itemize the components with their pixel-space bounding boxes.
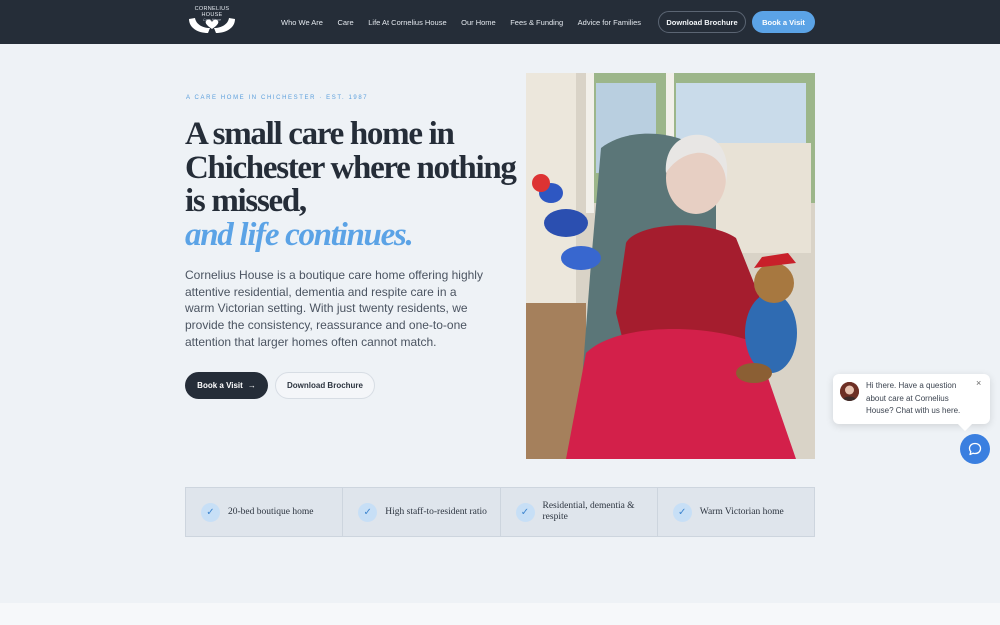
feature-item: ✓ High staff-to-resident ratio <box>343 488 501 536</box>
headline-line: is missed, <box>185 183 307 219</box>
hero-photo <box>526 73 815 459</box>
check-icon: ✓ <box>358 502 378 522</box>
site-header: CORNELIUS HOUSE Care Home Who We Are Car… <box>0 0 1000 44</box>
check-icon: ✓ <box>201 502 220 522</box>
hands-heart-icon <box>189 18 235 33</box>
nav-our-home[interactable]: Our Home <box>461 18 496 27</box>
feature-label: 20-bed boutique home <box>228 506 314 517</box>
headline-accent: and life continues. <box>185 216 414 253</box>
main-nav: Who We Are Care Life At Cornelius House … <box>281 0 656 44</box>
feature-item: ✓ Warm Victorian home <box>658 488 814 536</box>
chat-icon <box>968 442 982 456</box>
check-icon: ✓ <box>515 502 535 522</box>
agent-avatar <box>840 382 859 401</box>
features-strip: ✓ 20-bed boutique home ✓ High staff-to-r… <box>185 487 815 537</box>
chat-message: Hi there. Have a question about care at … <box>866 381 961 415</box>
nav-advice-for-families[interactable]: Advice for Families <box>578 18 641 27</box>
header-download-brochure-button[interactable]: Download Brochure <box>658 11 746 33</box>
book-visit-button[interactable]: Book a Visit → <box>185 372 268 399</box>
hero-headline: A small care home in Chichester where no… <box>185 116 517 253</box>
download-brochure-button[interactable]: Download Brochure <box>275 372 375 399</box>
close-icon[interactable]: × <box>976 378 981 388</box>
feature-label: Residential, dementia & respite <box>542 501 635 522</box>
headline-line: A small care home in <box>185 116 455 152</box>
headline-line: Chichester where nothing <box>185 149 517 186</box>
arrow-right-icon: → <box>247 381 256 390</box>
nav-care[interactable]: Care <box>337 18 353 27</box>
nav-fees-funding[interactable]: Fees & Funding <box>510 18 563 27</box>
book-visit-label: Book a Visit <box>197 381 243 390</box>
chat-launcher-button[interactable] <box>960 434 990 464</box>
logo[interactable]: CORNELIUS HOUSE Care Home <box>184 6 240 38</box>
nav-life-at-cornelius-house[interactable]: Life At Cornelius House <box>368 18 446 27</box>
header-book-visit-button[interactable]: Book a Visit <box>752 11 815 33</box>
feature-label: High staff-to-resident ratio <box>385 506 487 517</box>
hero-intro: Cornelius House is a boutique care home … <box>185 268 483 349</box>
nav-who-we-are[interactable]: Who We Are <box>281 18 323 27</box>
feature-item: ✓ Residential, dementia & respite <box>501 488 658 536</box>
hero-eyebrow: A CARE HOME IN CHICHESTER · EST. 1987 <box>186 95 369 101</box>
chat-popup[interactable]: Hi there. Have a question about care at … <box>833 374 990 424</box>
check-icon: ✓ <box>672 502 692 522</box>
resident-photo-illustration <box>526 73 815 459</box>
feature-label: Warm Victorian home <box>699 506 784 517</box>
next-section-band <box>0 603 1000 625</box>
feature-item: ✓ 20-bed boutique home <box>186 488 344 536</box>
